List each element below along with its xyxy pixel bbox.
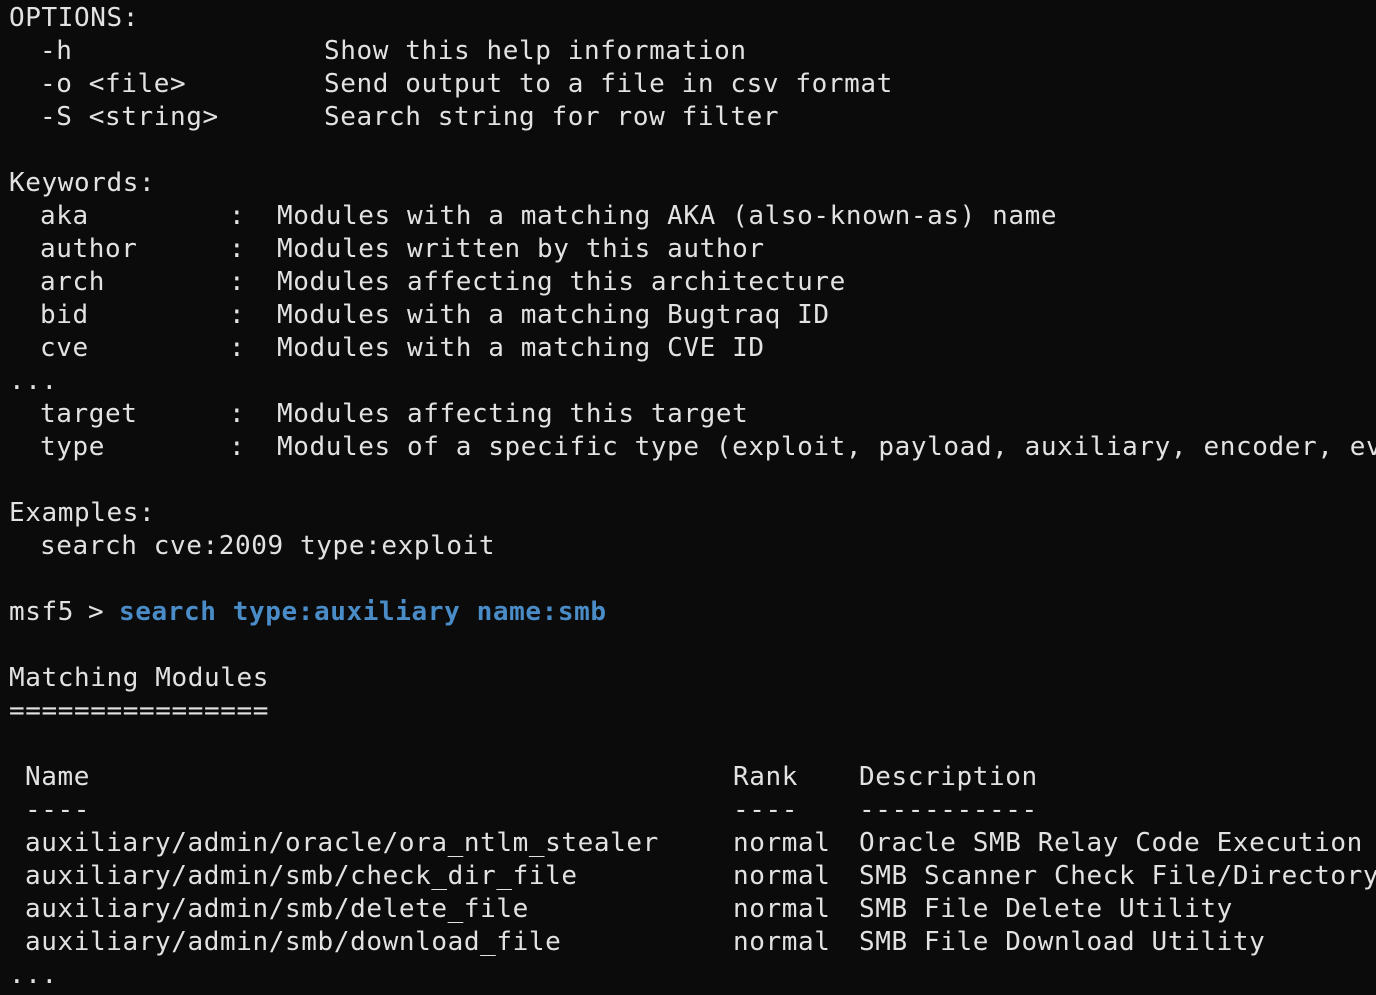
prompt-symbol: > (88, 597, 105, 627)
option-flag: -h (40, 36, 73, 66)
option-row: -h Show this help information (9, 35, 1376, 68)
table-header-underline: ---- ---- ----------- (9, 794, 1376, 827)
option-desc: Show this help information (324, 36, 747, 66)
column-header-description: Description (859, 762, 1038, 792)
module-name: auxiliary/admin/smb/download_file (25, 927, 562, 957)
results-title-underline: ================ (9, 696, 270, 726)
option-desc: Search string for row filter (324, 102, 780, 132)
option-desc: Send output to a file in csv format (324, 69, 893, 99)
keyword-separator: : (229, 333, 246, 363)
table-row: auxiliary/admin/smb/check_dir_file norma… (9, 860, 1376, 893)
keyword-name: aka (40, 201, 89, 231)
option-flag: -o <file> (40, 69, 187, 99)
keyword-desc: Modules with a matching CVE ID (277, 333, 765, 363)
table-row: auxiliary/admin/oracle/ora_ntlm_stealer … (9, 827, 1376, 860)
keyword-name: author (40, 234, 138, 264)
results-title: Matching Modules (9, 663, 270, 693)
command-prompt-line[interactable]: msf5 > search type:auxiliary name:smb (9, 596, 1376, 629)
options-header: OPTIONS: (9, 3, 140, 33)
keyword-separator: : (229, 300, 246, 330)
column-header-rank: Rank (733, 762, 799, 792)
module-rank: normal (733, 861, 831, 891)
module-rank: normal (733, 927, 831, 957)
example-line: search cve:2009 type:exploit (9, 530, 1376, 563)
keyword-name: type (40, 432, 106, 462)
keyword-row: bid : Modules with a matching Bugtraq ID (9, 299, 1376, 332)
prompt-label: msf5 (9, 597, 75, 627)
keyword-desc: Modules of a specific type (exploit, pay… (277, 432, 1376, 462)
module-rank: normal (733, 828, 831, 858)
table-row: auxiliary/admin/smb/download_file normal… (9, 926, 1376, 959)
keyword-separator: : (229, 234, 246, 264)
command-input[interactable]: search type:auxiliary name:smb (119, 596, 607, 629)
keyword-separator: : (229, 432, 246, 462)
keyword-desc: Modules affecting this target (277, 399, 749, 429)
module-name: auxiliary/admin/oracle/ora_ntlm_stealer (25, 828, 659, 858)
keyword-desc: Modules with a matching Bugtraq ID (277, 300, 830, 330)
keyword-row: arch : Modules affecting this architectu… (9, 266, 1376, 299)
terminal-window: OPTIONS: -h Show this help information -… (0, 0, 1376, 995)
keyword-desc: Modules affecting this architecture (277, 267, 846, 297)
column-header-name: Name (25, 762, 91, 792)
keyword-desc: Modules written by this author (277, 234, 765, 264)
ellipsis: ... (9, 960, 58, 990)
column-underline-rank: ---- (733, 795, 799, 825)
module-rank: normal (733, 894, 831, 924)
examples-header: Examples: (9, 498, 156, 528)
module-description: SMB File Download Utility (859, 927, 1266, 957)
option-row: -S <string> Search string for row filter (9, 101, 1376, 134)
keyword-name: target (40, 399, 138, 429)
module-name: auxiliary/admin/smb/check_dir_file (25, 861, 578, 891)
module-description: SMB Scanner Check File/Directory (859, 861, 1376, 891)
keyword-row: target : Modules affecting this target (9, 398, 1376, 431)
option-flag: -S <string> (40, 102, 219, 132)
column-underline-description: ----------- (859, 795, 1038, 825)
keyword-row: author : Modules written by this author (9, 233, 1376, 266)
option-row: -o <file> Send output to a file in csv f… (9, 68, 1376, 101)
keywords-header: Keywords: (9, 168, 156, 198)
table-row: auxiliary/admin/smb/delete_file normal S… (9, 893, 1376, 926)
keyword-row: type : Modules of a specific type (explo… (9, 431, 1376, 464)
keyword-separator: : (229, 399, 246, 429)
keyword-name: arch (40, 267, 106, 297)
keyword-name: cve (40, 333, 89, 363)
keyword-name: bid (40, 300, 89, 330)
keyword-row: aka : Modules with a matching AKA (also-… (9, 200, 1376, 233)
module-description: SMB File Delete Utility (859, 894, 1233, 924)
module-name: auxiliary/admin/smb/delete_file (25, 894, 529, 924)
keyword-separator: : (229, 267, 246, 297)
example-command: search cve:2009 type:exploit (40, 531, 496, 561)
module-description: Oracle SMB Relay Code Execution (859, 828, 1363, 858)
keyword-desc: Modules with a matching AKA (also-known-… (277, 201, 1058, 231)
table-header: Name Rank Description (9, 761, 1376, 794)
keyword-separator: : (229, 201, 246, 231)
keyword-row: cve : Modules with a matching CVE ID (9, 332, 1376, 365)
column-underline-name: ---- (25, 795, 91, 825)
ellipsis: ... (9, 366, 58, 396)
